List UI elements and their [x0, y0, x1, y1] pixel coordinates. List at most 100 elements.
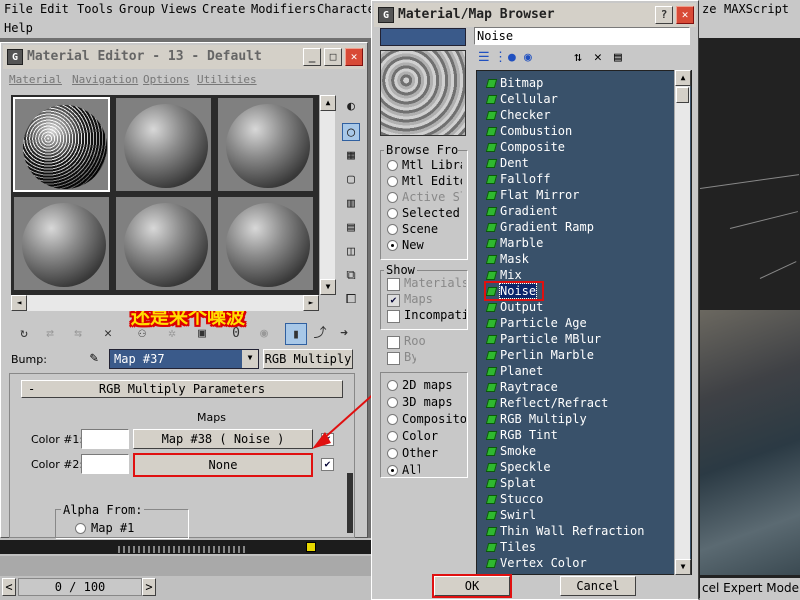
make-copy-icon[interactable]: ⚇ — [131, 323, 153, 345]
map-list-item[interactable]: Particle Age — [485, 315, 587, 331]
menu-views[interactable]: Views — [161, 2, 197, 16]
view-list-icon[interactable]: ☰ — [478, 50, 490, 65]
category-all-radio[interactable] — [387, 465, 398, 476]
map-list-item[interactable]: Tiles — [485, 539, 536, 555]
alpha-map1-radio[interactable] — [75, 523, 86, 534]
category-compositors-radio[interactable] — [387, 414, 398, 425]
scroll-left-arrow-icon[interactable]: ◄ — [11, 295, 27, 311]
reset-map-icon[interactable]: ✕ — [97, 323, 119, 345]
map-list-item[interactable]: Smoke — [485, 443, 536, 459]
show-end-result-icon[interactable]: ▮ — [285, 323, 307, 345]
help-button[interactable]: ? — [655, 6, 673, 24]
map-list-item[interactable]: Stucco — [485, 491, 543, 507]
rollout-scroll-indicator[interactable] — [347, 473, 353, 533]
go-to-parent-icon[interactable]: ⤴ — [309, 323, 331, 345]
map-type-button[interactable]: RGB Multiply — [263, 349, 353, 369]
map-list-item[interactable]: RGB Tint — [485, 427, 558, 443]
menu-material[interactable]: Material — [9, 73, 62, 86]
backlight-icon[interactable]: ◯ — [342, 123, 360, 141]
sphere-type-icon[interactable]: ◐ — [342, 98, 360, 116]
assign-material-icon[interactable]: ⇆ — [67, 323, 89, 345]
menu-options[interactable]: Options — [143, 73, 189, 86]
map-list-item[interactable]: Noise — [484, 281, 544, 301]
map-list-item[interactable]: Combustion — [485, 123, 572, 139]
color1-swatch[interactable] — [81, 429, 129, 449]
material-id-button[interactable]: 0 — [225, 323, 247, 345]
map-list-item[interactable]: Bitmap — [485, 75, 543, 91]
video-check-icon[interactable]: ▥ — [342, 195, 360, 213]
map-list-item[interactable]: Flat Mirror — [485, 187, 579, 203]
view-small-icons-icon[interactable]: ● — [508, 50, 516, 65]
map-list-item[interactable]: Composite — [485, 139, 565, 155]
color1-map-button[interactable]: Map #38 ( Noise ) — [133, 429, 313, 449]
update-scene-materials-icon[interactable]: ⇅ — [574, 50, 582, 65]
color2-swatch[interactable] — [81, 454, 129, 474]
material-map-navigator-icon[interactable]: ⧠ — [342, 291, 360, 309]
scroll-right-arrow-icon[interactable]: ► — [303, 295, 319, 311]
show-maps-checkbox[interactable]: ✔ — [387, 294, 400, 307]
scroll-up-arrow-icon[interactable]: ▲ — [320, 95, 336, 111]
map-list-item[interactable]: Swirl — [485, 507, 536, 523]
map-list-scrollbar[interactable]: ▲ ▼ — [674, 70, 691, 575]
map-list-item[interactable]: Raytrace — [485, 379, 558, 395]
menu-maxscript[interactable]: MAXScript — [724, 2, 789, 16]
show-materials-checkbox[interactable] — [387, 278, 400, 291]
map-name-dropdown[interactable]: Map #37 ▼ — [109, 349, 259, 369]
options-icon[interactable]: ◫ — [342, 243, 360, 261]
category-color-mods-radio[interactable] — [387, 431, 398, 442]
map-list-item[interactable]: Gradient Ramp — [485, 219, 594, 235]
sample-slot-active[interactable] — [13, 97, 110, 192]
menu-help[interactable]: Help — [4, 21, 33, 35]
browse-mtl-library-radio[interactable] — [387, 160, 398, 171]
go-forward-sibling-icon[interactable]: ➜ — [333, 323, 355, 345]
menu-navigation[interactable]: Navigation — [72, 73, 138, 86]
time-next-button[interactable]: > — [142, 578, 156, 596]
track-bar[interactable] — [0, 556, 372, 576]
map-list[interactable]: Bitmap Cellular Checker Combustion Composite… — [476, 70, 692, 575]
map-list-item[interactable]: Planet — [485, 363, 543, 379]
make-preview-icon[interactable]: ▤ — [342, 219, 360, 237]
slots-horizontal-scrollbar[interactable]: ◄ ► — [11, 295, 319, 311]
time-prev-button[interactable]: < — [2, 578, 16, 596]
browse-selected-radio[interactable] — [387, 208, 398, 219]
browser-search-input[interactable]: Noise — [474, 27, 690, 45]
scroll-down-arrow-icon[interactable]: ▼ — [675, 559, 691, 575]
sample-slot[interactable] — [13, 196, 110, 291]
menu-customize-partial[interactable]: ze — [702, 2, 716, 16]
checker-bg-icon[interactable]: ▦ — [342, 147, 360, 165]
category-3d-radio[interactable] — [387, 397, 398, 408]
scroll-up-arrow-icon[interactable]: ▲ — [675, 70, 691, 86]
minimize-button[interactable]: _ — [303, 48, 321, 66]
menu-create[interactable]: Create — [202, 2, 245, 16]
map-list-item[interactable]: Splat — [485, 475, 536, 491]
map-list-item[interactable]: Perlin Marble — [485, 347, 594, 363]
menu-edit[interactable]: Edit — [40, 2, 69, 16]
root-only-checkbox[interactable] — [387, 336, 400, 349]
map-list-item[interactable]: RGB Multiply — [485, 411, 587, 427]
map-list-item[interactable]: Checker — [485, 107, 551, 123]
view-large-icons-icon[interactable]: ◉ — [524, 50, 532, 65]
browse-new-radio[interactable] — [387, 240, 398, 251]
show-incompatible-checkbox[interactable] — [387, 310, 400, 323]
map-list-item[interactable]: Particle MBlur — [485, 331, 601, 347]
map-list-item[interactable]: Cellular — [485, 91, 558, 107]
select-by-material-icon[interactable]: ⧉ — [342, 267, 360, 285]
menu-modifiers[interactable]: Modifiers — [251, 2, 316, 16]
menu-utilities[interactable]: Utilities — [197, 73, 257, 86]
map-list-item[interactable]: Gradient — [485, 203, 558, 219]
map-list-item[interactable]: Mask — [485, 251, 529, 267]
sample-slot[interactable] — [217, 97, 314, 192]
pick-material-eyedropper-icon[interactable]: ✎ — [85, 349, 103, 367]
close-button[interactable]: ✕ — [676, 6, 694, 24]
sample-uv-icon[interactable]: ▢ — [342, 171, 360, 189]
map-list-item[interactable]: Vertex Color — [485, 555, 587, 571]
make-unique-icon[interactable]: ✲ — [161, 323, 183, 345]
clear-library-icon[interactable]: ▤ — [614, 50, 622, 65]
browser-name-field[interactable] — [380, 28, 466, 46]
map-list-item[interactable]: Speckle — [485, 459, 551, 475]
browse-active-slot-radio[interactable] — [387, 192, 398, 203]
category-other-radio[interactable] — [387, 448, 398, 459]
browse-mtl-editor-radio[interactable] — [387, 176, 398, 187]
put-to-library-icon[interactable]: ▣ — [191, 323, 213, 345]
browser-titlebar[interactable]: G Material/Map Browser ? ✕ — [374, 3, 696, 27]
